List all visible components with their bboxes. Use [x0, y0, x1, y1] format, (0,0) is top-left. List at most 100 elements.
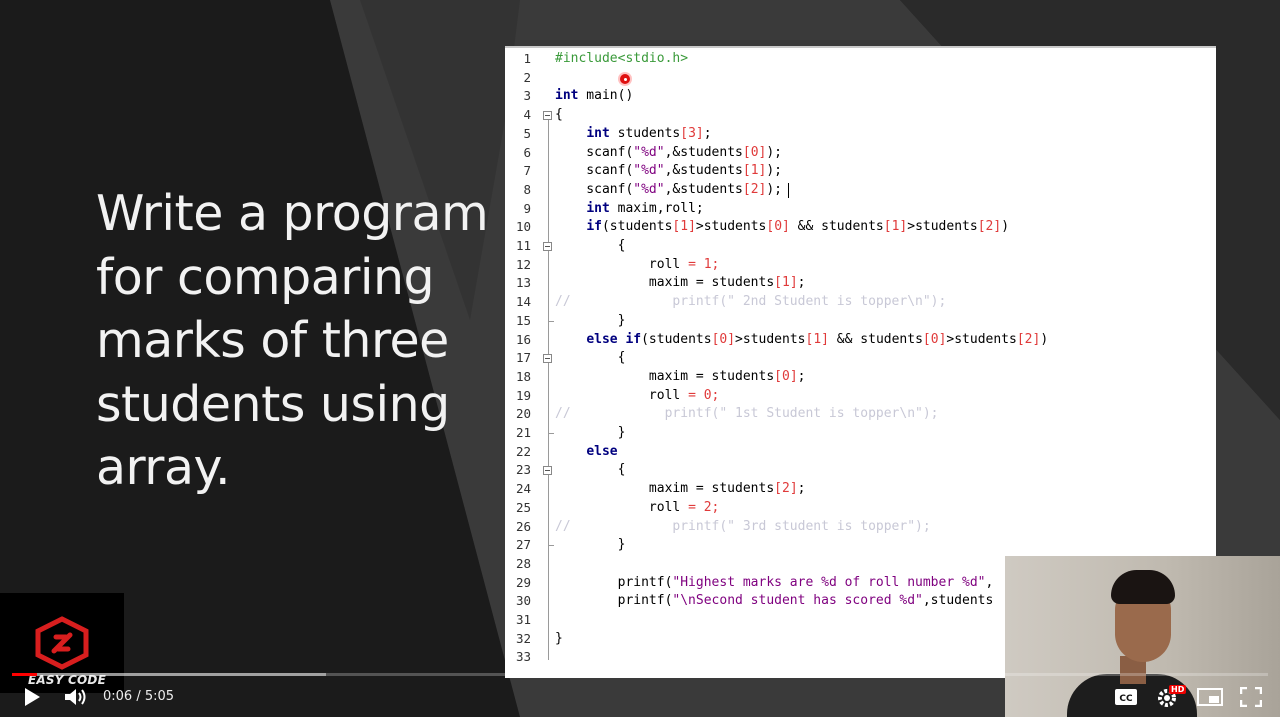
code-text: int students[3];	[586, 125, 712, 141]
settings-button[interactable]: HD	[1156, 685, 1187, 713]
slide-line: array.	[96, 439, 231, 496]
line-number: 17	[515, 350, 531, 366]
code-line: 5 int students[3];	[505, 125, 1216, 144]
slide-line: marks of three	[96, 312, 449, 369]
line-number: 16	[515, 331, 531, 347]
code-text: maxim = students[1];	[555, 275, 806, 291]
code-line: 4{	[505, 106, 1216, 125]
code-text: if(students[1]>students[0] && students[1…	[586, 219, 1010, 235]
code-text: }	[555, 312, 626, 328]
line-number: 21	[515, 425, 531, 440]
code-line: 1 #include<stdio.h>	[505, 50, 1216, 69]
fold-end-marker	[548, 545, 554, 547]
code-text: printf("Highest marks are %d of roll num…	[555, 574, 994, 590]
mouse-pointer-icon	[620, 74, 630, 84]
code-line: 8 scanf("%d",&students[2]);	[505, 181, 1216, 200]
line-number: 18	[515, 368, 531, 384]
line-number: 6	[523, 144, 531, 160]
code-text: maxim = students[2];	[555, 481, 806, 497]
line-number: 12	[515, 256, 531, 272]
code-text: roll = 2;	[555, 499, 720, 515]
line-number: 7	[523, 163, 531, 179]
miniplayer-button[interactable]	[1197, 688, 1223, 710]
hd-badge: HD	[1169, 685, 1187, 694]
code-text: int maxim,roll;	[586, 200, 704, 216]
line-number: 33	[515, 649, 531, 665]
line-number: 4	[523, 107, 531, 123]
code-text: roll = 1;	[555, 256, 720, 272]
code-text: printf("\nSecond student has scored %d",…	[555, 593, 994, 609]
line-number: 27	[515, 537, 531, 553]
code-text: {	[555, 107, 563, 123]
line-number: 3	[523, 88, 531, 104]
code-line: 6 scanf("%d",&students[0]);	[505, 144, 1216, 163]
code-text: scanf("%d",&students[0]);	[555, 144, 783, 160]
line-number: 14	[515, 294, 531, 310]
play-button[interactable]	[22, 686, 42, 712]
code-text: else	[586, 443, 618, 459]
code-text: maxim = students[0];	[555, 368, 806, 384]
line-number: 1	[523, 51, 531, 66]
line-number: 25	[515, 499, 531, 515]
code-line: 9 int maxim,roll;	[505, 200, 1216, 219]
line-number: 22	[515, 443, 531, 459]
code-line: 21 }	[505, 424, 1216, 443]
code-text: }	[555, 630, 563, 646]
code-line: 23 {	[505, 461, 1216, 480]
line-number: 23	[515, 462, 531, 478]
line-number: 19	[515, 387, 531, 403]
code-line: 27 }	[505, 536, 1216, 555]
fold-end-marker	[548, 433, 554, 434]
line-number: 11	[515, 238, 531, 253]
code-text: int main()	[555, 88, 634, 104]
miniplayer-icon	[1197, 688, 1223, 706]
captions-button[interactable]: CC	[1114, 688, 1138, 710]
play-icon	[25, 688, 40, 706]
presenter-webcam	[1005, 556, 1280, 717]
fullscreen-button[interactable]	[1239, 686, 1263, 711]
played-bar	[12, 673, 38, 676]
code-line: 11 {	[505, 237, 1216, 256]
line-number: 26	[515, 518, 531, 534]
mute-button[interactable]	[63, 686, 89, 712]
fold-toggle-icon[interactable]	[543, 242, 552, 251]
code-line: 14 // printf(" 2nd Student is topper\n");	[505, 293, 1216, 312]
line-number: 10	[515, 219, 531, 235]
buffered-bar	[12, 673, 326, 676]
fold-toggle-icon[interactable]	[543, 466, 552, 476]
slide-title: Write a program for comparing marks of t…	[96, 182, 496, 500]
code-line: 15 }	[505, 312, 1216, 331]
code-text: roll = 0;	[555, 387, 720, 403]
line-number: 29	[515, 574, 531, 590]
line-number: 13	[515, 275, 531, 291]
code-text: // printf(" 1st Student is topper\n");	[555, 406, 939, 422]
line-number: 5	[523, 125, 531, 141]
code-line: 18 maxim = students[0];	[505, 368, 1216, 387]
duration: 5:05	[144, 689, 175, 704]
code-line: 13 maxim = students[1];	[505, 274, 1216, 293]
time-separator: /	[132, 689, 145, 704]
code-line: 22 else	[505, 443, 1216, 462]
code-text: scanf("%d",&students[2]);	[555, 181, 783, 197]
code-text: {	[555, 462, 626, 478]
code-line: 10 if(students[1]>students[0] && student…	[505, 218, 1216, 237]
code-text: // printf(" 2nd Student is topper\n");	[555, 294, 947, 310]
code-text: }	[555, 537, 626, 553]
line-number: 32	[515, 630, 531, 646]
line-number: 2	[523, 69, 531, 85]
line-number: 31	[515, 612, 531, 627]
code-text: {	[555, 350, 626, 366]
svg-text:CC: CC	[1119, 694, 1133, 704]
seek-bar[interactable]	[12, 673, 1268, 676]
line-number: 30	[515, 593, 531, 609]
volume-icon	[65, 689, 86, 705]
captions-icon: CC	[1115, 689, 1137, 705]
code-text: #include<stdio.h>	[555, 51, 689, 66]
code-text: // printf(" 3rd student is topper");	[555, 518, 931, 534]
code-text: }	[555, 425, 626, 440]
line-number: 20	[515, 406, 531, 422]
fold-toggle-icon[interactable]	[543, 111, 552, 121]
fold-toggle-icon[interactable]	[543, 354, 552, 364]
fold-end-marker	[548, 320, 554, 322]
code-line: 7 scanf("%d",&students[1]);	[505, 162, 1216, 181]
